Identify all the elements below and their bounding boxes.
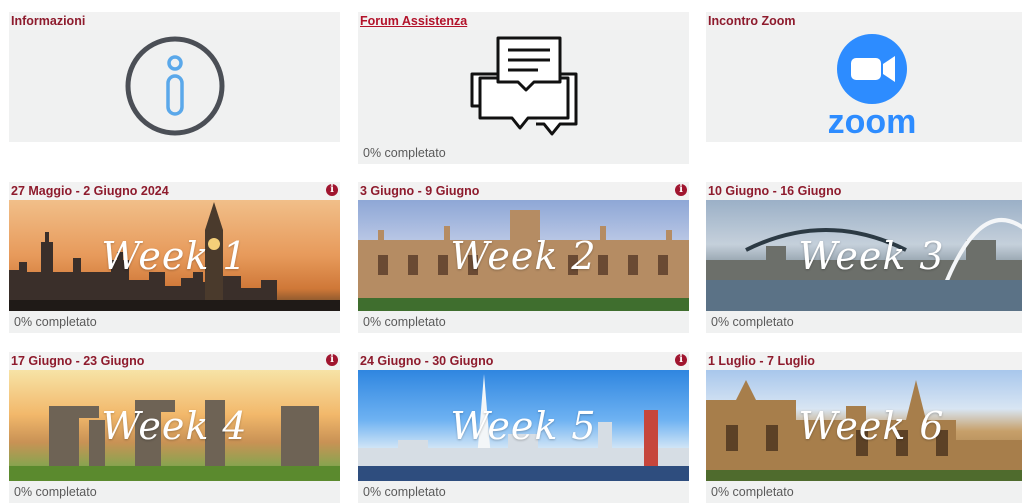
week-title-text: 24 Giugno - 30 Giugno	[360, 354, 494, 368]
progress-text: 0% completato	[706, 311, 1022, 333]
card-forum-assistenza[interactable]: Forum Assistenza 0% completato	[358, 12, 689, 164]
zoom-logo-text: zoom	[827, 103, 916, 141]
week-title-text: 27 Maggio - 2 Giugno 2024	[11, 184, 169, 198]
week-banner[interactable]: Week 5	[358, 370, 689, 481]
info-icon[interactable]: i	[326, 184, 338, 196]
week-banner-label: Week 4	[101, 404, 248, 448]
week-banner[interactable]: Week 2	[358, 200, 689, 311]
progress-text: 0% completato	[358, 142, 689, 164]
chat-bubbles-icon	[470, 36, 577, 136]
week-title[interactable]: 17 Giugno - 23 Giugno i	[9, 352, 340, 370]
progress-text: 0% completato	[358, 311, 689, 333]
forum-icon-tile[interactable]	[358, 30, 689, 142]
week-card-1[interactable]: 27 Maggio - 2 Giugno 2024 i Week 1 0% co…	[9, 182, 340, 333]
week-title[interactable]: 27 Maggio - 2 Giugno 2024 i	[9, 182, 340, 200]
card-informazioni[interactable]: Informazioni	[9, 12, 340, 142]
card-title-link[interactable]: Forum Assistenza	[358, 12, 689, 30]
card-title[interactable]: Incontro Zoom	[706, 12, 1022, 30]
week-banner-label: Week 2	[450, 234, 597, 278]
card-incontro-zoom[interactable]: Incontro Zoom zoom	[706, 12, 1022, 142]
week-title-text: 17 Giugno - 23 Giugno	[11, 354, 145, 368]
week-banner-label: Week 6	[798, 404, 945, 448]
week-title[interactable]: 24 Giugno - 30 Giugno i	[358, 352, 689, 370]
progress-text: 0% completato	[9, 311, 340, 333]
info-icon[interactable]: i	[326, 354, 338, 366]
info-icon[interactable]: i	[675, 354, 687, 366]
course-grid: Informazioni Forum Assistenza 0% complet…	[0, 0, 1022, 503]
week-card-2[interactable]: 3 Giugno - 9 Giugno i Week 2 0% completa…	[358, 182, 689, 333]
zoom-icon-tile[interactable]: zoom	[706, 30, 1022, 142]
info-icon	[125, 36, 224, 136]
card-title[interactable]: Informazioni	[9, 12, 340, 30]
week-banner-label: Week 1	[101, 234, 248, 278]
zoom-logo-icon: zoom	[827, 34, 916, 141]
week-card-6[interactable]: 1 Luglio - 7 Luglio Week 6 0% completato	[706, 352, 1022, 503]
week-title[interactable]: 3 Giugno - 9 Giugno i	[358, 182, 689, 200]
week-banner[interactable]: Week 3	[706, 200, 1022, 311]
info-icon-tile[interactable]	[9, 30, 340, 142]
week-banner[interactable]: Week 6	[706, 370, 1022, 481]
week-banner-label: Week 3	[798, 234, 945, 278]
week-card-5[interactable]: 24 Giugno - 30 Giugno i Week 5 0% comple…	[358, 352, 689, 503]
week-card-4[interactable]: 17 Giugno - 23 Giugno i Week 4 0% comple…	[9, 352, 340, 503]
week-title[interactable]: 10 Giugno - 16 Giugno	[706, 182, 1022, 200]
week-title[interactable]: 1 Luglio - 7 Luglio	[706, 352, 1022, 370]
week-title-text: 3 Giugno - 9 Giugno	[360, 184, 480, 198]
week-card-3[interactable]: 10 Giugno - 16 Giugno Week 3 0% completa…	[706, 182, 1022, 333]
week-banner-label: Week 5	[450, 404, 597, 448]
week-banner[interactable]: Week 1	[9, 200, 340, 311]
week-banner[interactable]: Week 4	[9, 370, 340, 481]
info-icon[interactable]: i	[675, 184, 687, 196]
